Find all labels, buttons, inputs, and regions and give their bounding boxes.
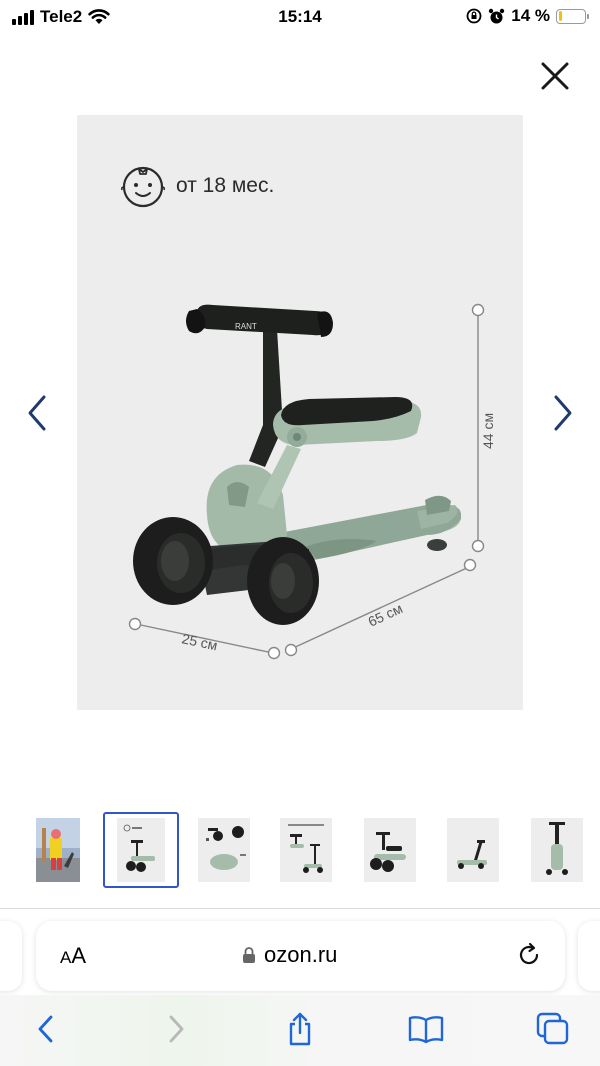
share-icon [289, 1012, 311, 1046]
thumbnail-image [117, 818, 165, 882]
width-dimension-label: 25 см [180, 630, 219, 653]
next-image-arrow[interactable] [548, 393, 578, 433]
url-display[interactable]: ozon.ru [242, 942, 337, 968]
back-button[interactable] [26, 1009, 66, 1049]
forward-button[interactable] [156, 1009, 196, 1049]
thumbnail-7[interactable] [521, 814, 593, 886]
previous-tab-card[interactable] [0, 921, 22, 991]
thumbnail-strip [0, 812, 600, 890]
thumbnail-image [36, 818, 80, 882]
thumbnail-1[interactable] [22, 814, 94, 886]
previous-image-arrow[interactable] [22, 393, 52, 433]
text-size-large-a: A [71, 943, 87, 968]
text-size-small-a: A [60, 948, 72, 967]
thumbnail-image [447, 818, 499, 882]
thumbnail-5[interactable] [354, 814, 426, 886]
text-size-button[interactable]: AA [60, 943, 86, 969]
bookmarks-button[interactable] [406, 1009, 446, 1049]
share-button[interactable] [280, 1009, 320, 1049]
forward-arrow-icon [169, 1015, 184, 1043]
product-image[interactable]: от 18 мес. 44 см 65 см 25 см RANT [77, 115, 523, 710]
rotation-lock-icon [466, 8, 482, 24]
browser-toolbar [0, 995, 600, 1066]
length-dimension-label: 65 см [366, 600, 405, 630]
height-dimension-label: 44 см [480, 413, 496, 449]
reload-icon[interactable] [514, 940, 544, 970]
thumbnail-3[interactable] [188, 814, 260, 886]
next-tab-card[interactable] [578, 921, 600, 991]
thumbnail-image [198, 818, 250, 882]
address-bar[interactable]: AA ozon.ru [36, 921, 565, 991]
status-bar: Tele2 15:14 14 % [0, 0, 600, 36]
battery-icon [556, 8, 589, 24]
tabs-icon [536, 1012, 569, 1045]
battery-percent: 14 % [511, 6, 550, 25]
thumbnail-2[interactable] [103, 812, 179, 888]
brand-mark: RANT [235, 322, 257, 331]
back-arrow-icon [38, 1015, 53, 1043]
scooter-illustration: 44 см 65 см 25 см RANT [128, 303, 496, 660]
lock-icon [243, 947, 255, 963]
thumbnail-4[interactable] [270, 814, 342, 886]
thumbnail-image [531, 818, 583, 882]
divider [0, 908, 600, 909]
status-right: 14 % [466, 6, 589, 26]
thumbnail-image [364, 818, 416, 882]
battery-level [558, 11, 562, 21]
alarm-icon [489, 8, 505, 23]
book-icon [408, 1016, 444, 1044]
close-button[interactable] [537, 58, 573, 94]
tabs-button[interactable] [533, 1009, 573, 1049]
thumbnail-6[interactable] [437, 814, 509, 886]
url-text: ozon.ru [264, 942, 338, 967]
thumbnail-image [280, 818, 332, 882]
